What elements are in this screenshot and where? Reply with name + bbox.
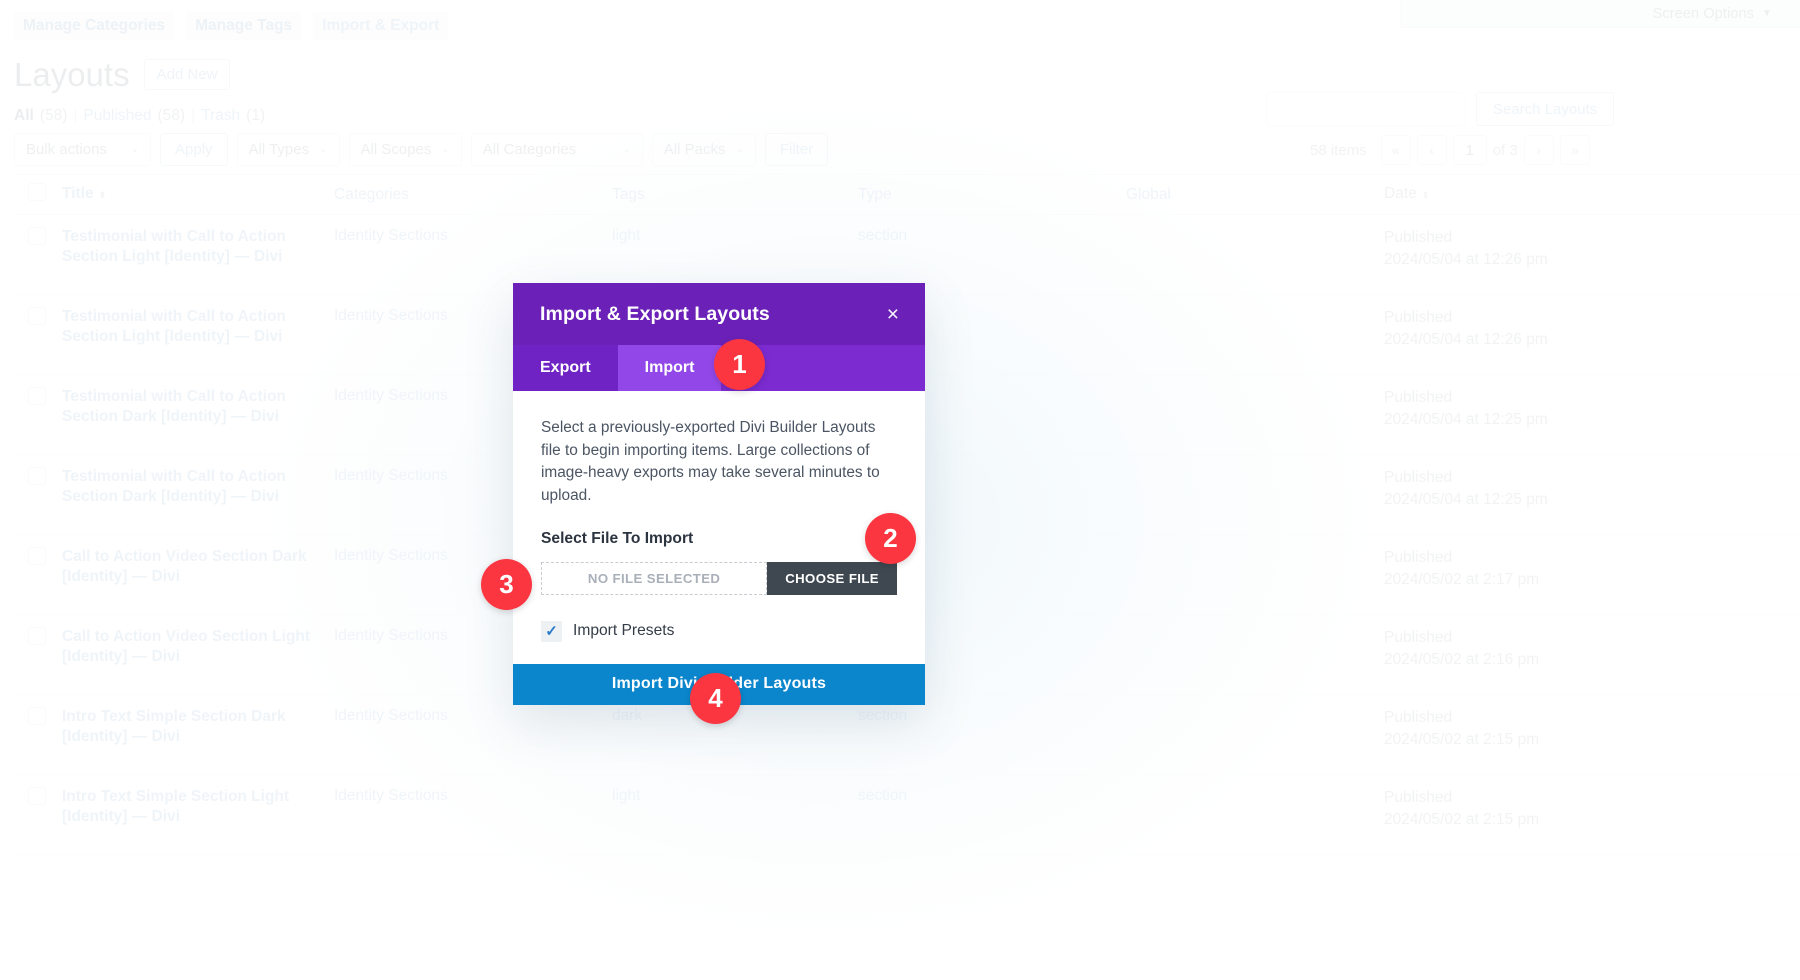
step-badge-1: 1	[714, 339, 765, 390]
step-badge-4: 4	[690, 673, 741, 724]
file-picker-row: No File Selected Choose File	[541, 561, 897, 595]
tab-export[interactable]: Export	[513, 345, 618, 391]
modal-body: Select a previously-exported Divi Builde…	[513, 391, 925, 664]
import-description: Select a previously-exported Divi Builde…	[541, 419, 880, 504]
modal-title: Import & Export Layouts	[540, 302, 770, 325]
tab-import[interactable]: Import	[617, 345, 722, 391]
close-icon[interactable]: ×	[887, 304, 899, 325]
import-presets-row: ✓ Import Presets	[541, 620, 897, 642]
step-badge-3: 3	[481, 559, 532, 610]
import-presets-checkbox[interactable]: ✓	[541, 620, 562, 642]
select-file-label: Select File To Import	[541, 529, 694, 547]
choose-file-button[interactable]: Choose File	[767, 561, 897, 595]
modal-header: Import & Export Layouts ×	[513, 283, 925, 345]
step-badge-2: 2	[865, 513, 916, 564]
selected-file-name: No File Selected	[541, 561, 768, 595]
import-export-modal: Import & Export Layouts × Export Import …	[513, 283, 925, 705]
import-presets-label: Import Presets	[573, 622, 675, 640]
